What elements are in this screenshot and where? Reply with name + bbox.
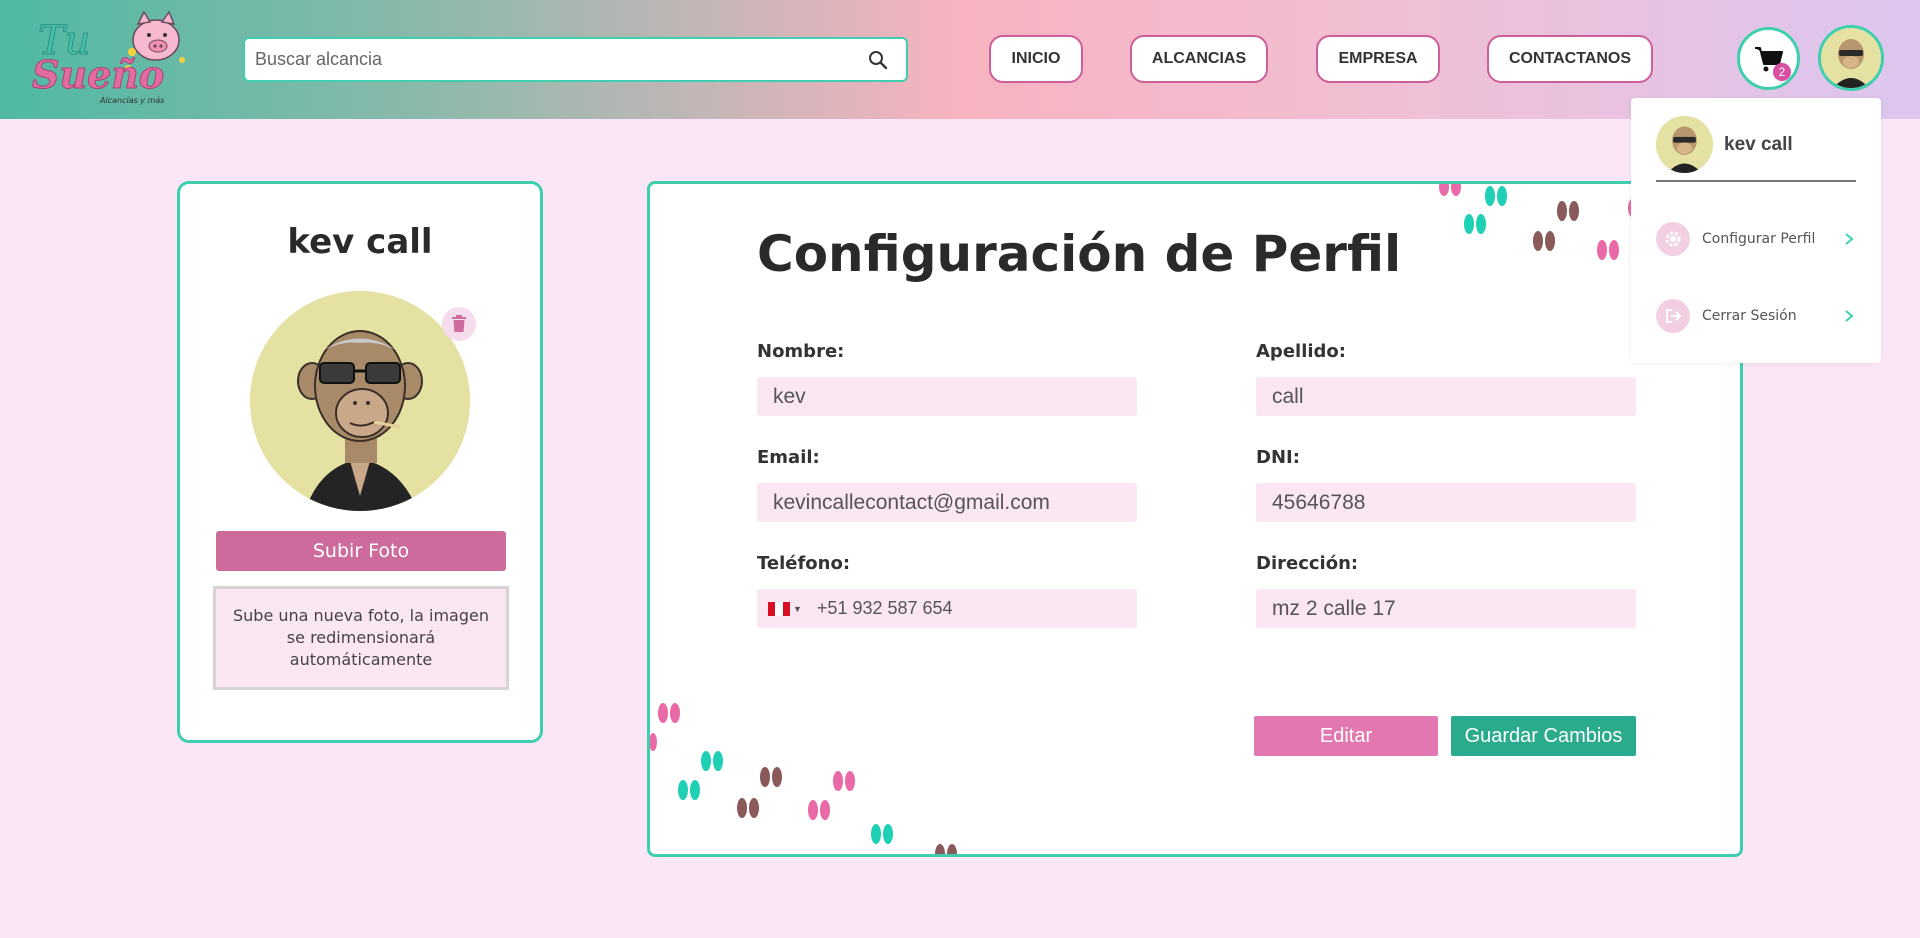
upload-hint-text: Sube una nueva foto, la imagen se redime…	[213, 586, 509, 690]
search-icon[interactable]	[858, 40, 898, 80]
user-avatar-button[interactable]	[1818, 25, 1884, 91]
email-field[interactable]	[757, 483, 1137, 522]
dni-label: DNI:	[1256, 447, 1300, 468]
menu-item-label: Configurar Perfil	[1702, 231, 1816, 247]
edit-button[interactable]: Editar	[1254, 716, 1438, 756]
nombre-field[interactable]	[757, 377, 1137, 416]
search-input[interactable]	[245, 39, 858, 80]
delete-photo-button[interactable]	[442, 307, 476, 341]
ape-avatar-image	[1821, 28, 1881, 88]
user-dropdown-menu: kev call Configurar Perfil Cerrar Sesión	[1631, 98, 1881, 363]
phone-field-group: ▼	[757, 589, 1137, 628]
profile-name: kev call	[287, 222, 433, 262]
logo-tagline: Alcancías y más	[99, 96, 164, 105]
nombre-label: Nombre:	[757, 341, 845, 362]
country-dropdown-caret-icon[interactable]: ▼	[793, 604, 802, 614]
menu-item-cerrar-sesion[interactable]: Cerrar Sesión	[1656, 298, 1856, 334]
chevron-right-icon	[1845, 310, 1854, 322]
logo-text-sueno: Sueño	[32, 52, 164, 97]
apellido-label: Apellido:	[1256, 341, 1346, 362]
save-changes-button[interactable]: Guardar Cambios	[1451, 716, 1636, 756]
nav-empresa-button[interactable]: EMPRESA	[1316, 35, 1440, 83]
profile-settings-form: Configuración de Perfil Nombre: Apellido…	[647, 181, 1743, 857]
profile-photo	[250, 291, 470, 511]
telefono-field[interactable]	[816, 598, 1117, 619]
trash-icon	[452, 315, 466, 332]
cart-count-badge: 2	[1773, 63, 1791, 81]
menu-item-label: Cerrar Sesión	[1702, 308, 1797, 324]
nav-alcancias-button[interactable]: ALCANCIAS	[1130, 35, 1268, 83]
gear-icon	[1656, 222, 1690, 256]
dropdown-user-header: kev call	[1656, 116, 1856, 182]
nav-contactanos-button[interactable]: CONTACTANOS	[1487, 35, 1653, 83]
logout-icon	[1656, 299, 1690, 333]
form-title: Configuración de Perfil	[757, 225, 1402, 283]
telefono-label: Teléfono:	[757, 553, 851, 574]
menu-item-configurar-perfil[interactable]: Configurar Perfil	[1656, 221, 1856, 257]
direccion-field[interactable]	[1256, 589, 1636, 628]
dropdown-avatar	[1656, 116, 1713, 173]
brand-logo[interactable]: Tu Sueño Alcancías y más	[32, 10, 192, 108]
nav-inicio-button[interactable]: INICIO	[989, 35, 1083, 83]
profile-summary-card: kev call Subir Foto Sube una nueva foto,…	[177, 181, 543, 743]
search-bar	[243, 37, 908, 82]
email-label: Email:	[757, 447, 820, 468]
pe-flag-icon[interactable]	[768, 601, 790, 616]
upload-photo-button[interactable]: Subir Foto	[216, 531, 506, 571]
dni-field[interactable]	[1256, 483, 1636, 522]
dropdown-username: kev call	[1724, 134, 1793, 155]
direccion-label: Dirección:	[1256, 553, 1359, 574]
apellido-field[interactable]	[1256, 377, 1636, 416]
chevron-right-icon	[1845, 233, 1854, 245]
cart-button[interactable]: 2	[1737, 27, 1800, 90]
